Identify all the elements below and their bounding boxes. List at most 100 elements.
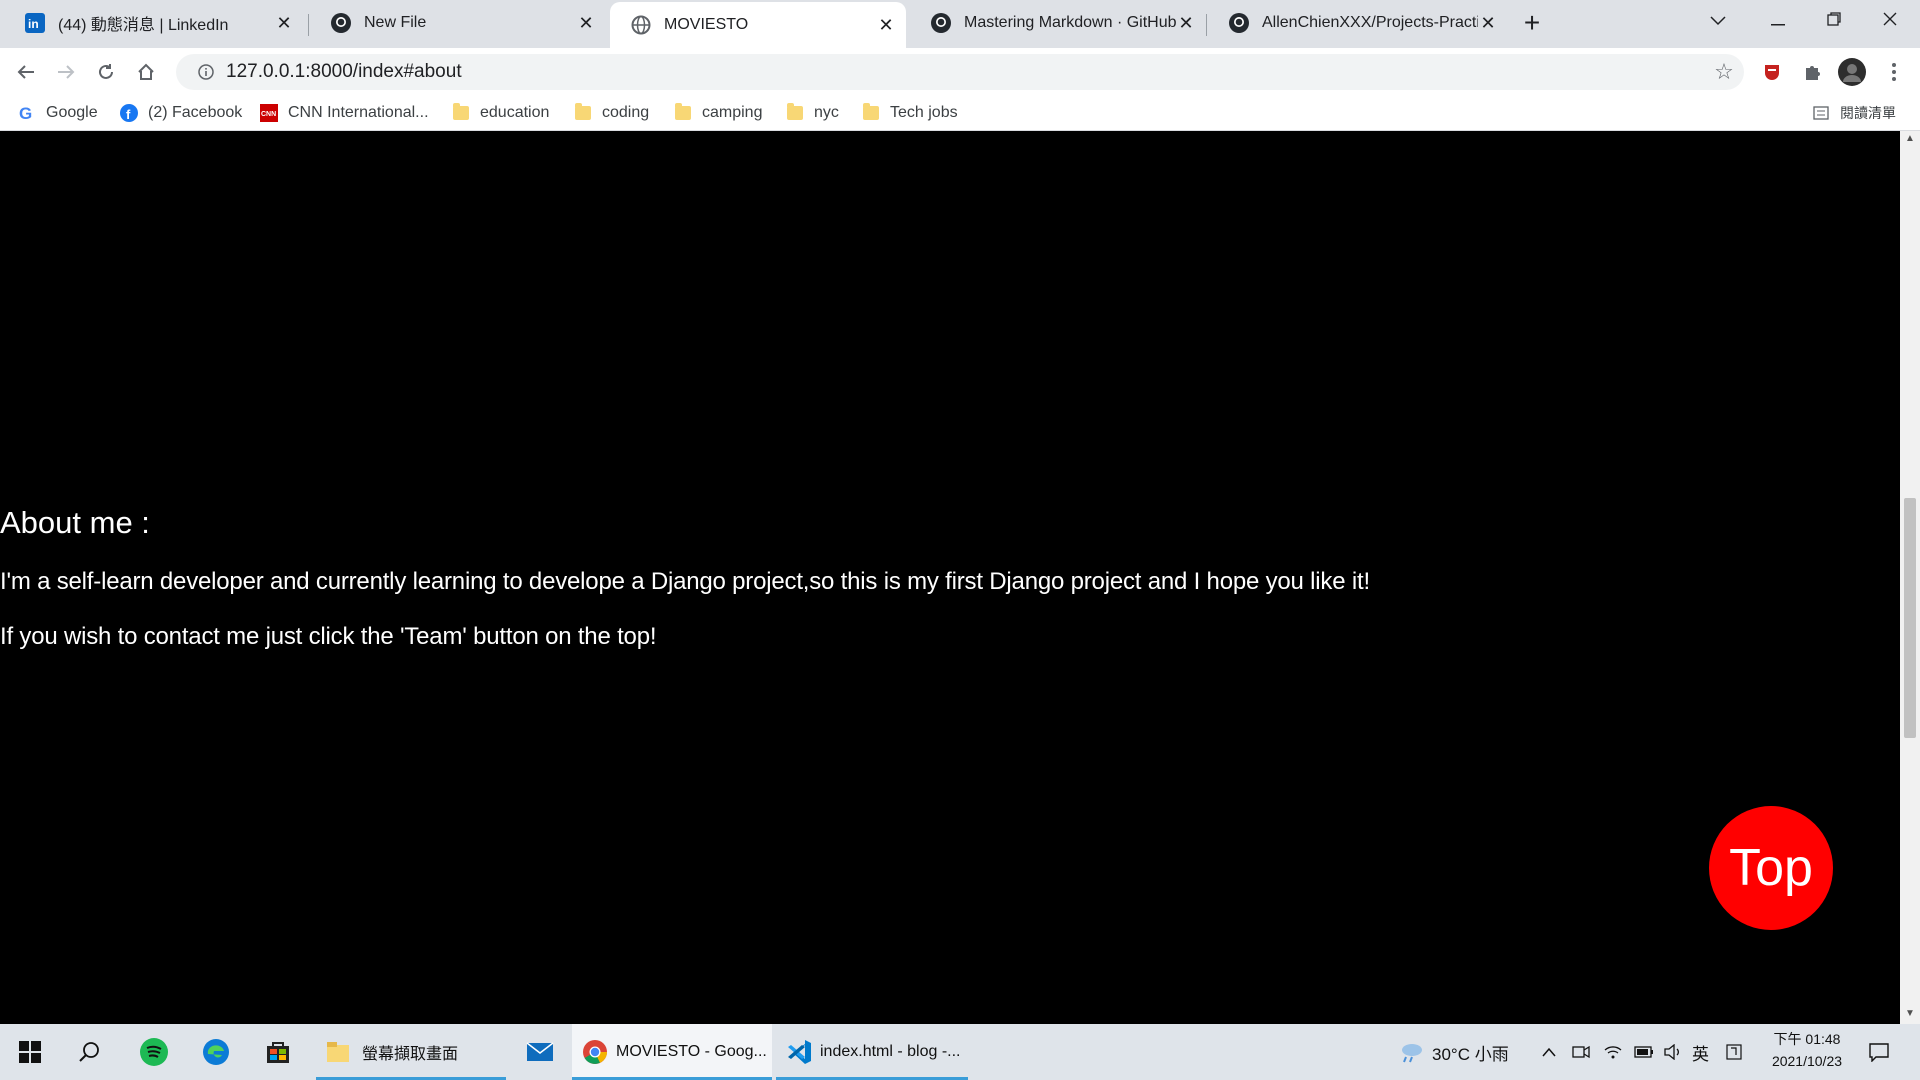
bookmark-facebook[interactable]: f (2) Facebook	[120, 96, 242, 130]
tab-new-file[interactable]: New File ✕	[310, 4, 606, 42]
weather-text: 30°C 小雨	[1432, 1044, 1509, 1064]
bookmark-label: Tech jobs	[890, 104, 958, 121]
bookmarks-bar: G Google f (2) Facebook CNN CNN Internat…	[0, 96, 1920, 131]
folder-icon	[574, 103, 592, 122]
tab-title: New File	[364, 14, 427, 31]
page-scrollbar[interactable]: ▲ ▼	[1900, 131, 1920, 1024]
new-tab-button[interactable]: +	[1516, 8, 1548, 40]
minimize-button[interactable]	[1750, 0, 1806, 40]
system-clock[interactable]: 下午 01:48 2021/10/23	[1752, 1028, 1862, 1072]
weather-rain-icon	[1398, 1041, 1424, 1063]
scroll-to-top-button[interactable]: Top	[1709, 806, 1833, 930]
clock-date: 2021/10/23	[1771, 1053, 1843, 1069]
notification-center-icon[interactable]	[1868, 1024, 1890, 1080]
back-arrow-icon[interactable]	[10, 56, 42, 88]
reload-icon[interactable]	[90, 56, 122, 88]
tab-mastering-markdown[interactable]: Mastering Markdown · GitHub ✕	[910, 4, 1206, 42]
clock-time: 下午 01:48	[1773, 1031, 1841, 1047]
ime-mode-icon[interactable]	[1726, 1024, 1742, 1080]
close-tab-icon[interactable]: ✕	[876, 15, 896, 36]
browser-menu-icon[interactable]	[1878, 56, 1910, 88]
meet-now-icon[interactable]	[1572, 1024, 1590, 1080]
svg-text:CNN: CNN	[261, 111, 276, 118]
browser-toolbar: 127.0.0.1:8000/index#about ☆	[0, 48, 1920, 96]
about-paragraph-contact: If you wish to contact me just click the…	[0, 623, 657, 650]
edge-icon[interactable]	[188, 1024, 244, 1080]
volume-icon[interactable]	[1664, 1024, 1682, 1080]
folder-icon	[862, 103, 880, 122]
bookmark-star-icon[interactable]: ☆	[1704, 59, 1744, 85]
browser-tab-strip: in (44) 動態消息 | LinkedIn ✕ New File ✕ MOV…	[0, 0, 1920, 48]
bookmark-google[interactable]: G Google	[18, 96, 98, 130]
tab-title: MOVIESTO	[664, 16, 749, 33]
profile-avatar[interactable]	[1836, 56, 1868, 88]
folder-icon	[674, 103, 692, 122]
bookmark-folder-nyc[interactable]: nyc	[786, 96, 839, 130]
tab-projects-practice[interactable]: AllenChienXXX/Projects-Practice ✕	[1208, 4, 1508, 42]
linkedin-icon: in	[24, 12, 46, 34]
facebook-icon: f	[120, 104, 138, 122]
chrome-icon	[582, 1039, 608, 1065]
search-icon[interactable]	[62, 1024, 118, 1080]
extensions-puzzle-icon[interactable]	[1796, 56, 1828, 88]
reading-list-label: 閱讀清單	[1840, 105, 1896, 121]
scroll-down-arrow-icon[interactable]: ▼	[1900, 1008, 1920, 1024]
url-text[interactable]: 127.0.0.1:8000/index#about	[226, 61, 1704, 83]
bookmark-folder-camping[interactable]: camping	[674, 96, 762, 130]
windows-taskbar: 螢幕擷取畫面 MOVIESTO - Goog... index.html - b…	[0, 1024, 1920, 1080]
taskbar-app-chrome[interactable]: MOVIESTO - Goog...	[572, 1024, 772, 1080]
store-icon[interactable]	[250, 1024, 306, 1080]
page-content: About me : I'm a self-learn developer an…	[0, 131, 1900, 1024]
github-icon	[330, 12, 352, 34]
github-icon	[930, 12, 952, 34]
wifi-icon[interactable]	[1604, 1024, 1622, 1080]
extension-shield-icon[interactable]	[1756, 56, 1788, 88]
battery-icon[interactable]	[1634, 1024, 1654, 1080]
cnn-icon: CNN	[260, 104, 278, 122]
spotify-icon[interactable]	[126, 1024, 182, 1080]
restore-button[interactable]	[1806, 0, 1862, 40]
address-bar[interactable]: 127.0.0.1:8000/index#about ☆	[176, 54, 1744, 90]
bookmark-folder-coding[interactable]: coding	[574, 96, 649, 130]
forward-arrow-icon[interactable]	[50, 56, 82, 88]
scrollbar-thumb[interactable]	[1904, 498, 1916, 738]
close-tab-icon[interactable]: ✕	[1176, 13, 1196, 34]
taskbar-app-vscode[interactable]: index.html - blog -...	[776, 1024, 968, 1080]
tab-search-icon[interactable]	[1690, 0, 1746, 40]
taskbar-app-explorer[interactable]: 螢幕擷取畫面	[316, 1024, 506, 1080]
weather-widget[interactable]: 30°C 小雨	[1398, 1024, 1509, 1080]
tab-divider	[308, 14, 309, 36]
bookmark-label: CNN International...	[288, 104, 429, 121]
svg-text:f: f	[126, 107, 131, 122]
bookmark-label: Google	[46, 104, 98, 121]
home-icon[interactable]	[130, 56, 162, 88]
show-hidden-icons-chevron-icon[interactable]	[1542, 1024, 1556, 1080]
tab-moviesto[interactable]: MOVIESTO ✕	[610, 2, 906, 48]
bookmark-folder-education[interactable]: education	[452, 96, 549, 130]
tab-title: (44) 動態消息 | LinkedIn	[58, 17, 229, 34]
taskbar-app-label: index.html - blog -...	[820, 1043, 961, 1060]
mail-icon[interactable]	[512, 1024, 568, 1080]
close-tab-icon[interactable]: ✕	[274, 13, 294, 34]
scroll-up-arrow-icon[interactable]: ▲	[1900, 133, 1920, 149]
bookmark-cnn[interactable]: CNN CNN International...	[260, 96, 429, 130]
globe-icon	[630, 14, 652, 36]
svg-text:in: in	[28, 17, 39, 31]
site-info-icon[interactable]	[186, 64, 226, 80]
about-paragraph-intro: I'm a self-learn developer and currently…	[0, 568, 1370, 595]
reading-list-button[interactable]: 閱讀清單	[1812, 96, 1896, 130]
folder-icon	[786, 103, 804, 122]
close-tab-icon[interactable]: ✕	[1478, 13, 1498, 34]
close-tab-icon[interactable]: ✕	[576, 13, 596, 34]
tab-title: AllenChienXXX/Projects-Practice	[1262, 14, 1478, 31]
bookmark-label: camping	[702, 104, 763, 121]
tab-divider	[1206, 14, 1207, 36]
bookmark-folder-tech-jobs[interactable]: Tech jobs	[862, 96, 958, 130]
bookmark-label: (2) Facebook	[148, 104, 243, 121]
close-window-button[interactable]	[1862, 0, 1918, 40]
tab-linkedin[interactable]: in (44) 動態消息 | LinkedIn ✕	[4, 4, 304, 42]
folder-icon	[452, 103, 470, 122]
ime-indicator[interactable]: 英	[1692, 1024, 1709, 1080]
start-button[interactable]	[2, 1024, 58, 1080]
github-icon	[1228, 12, 1250, 34]
